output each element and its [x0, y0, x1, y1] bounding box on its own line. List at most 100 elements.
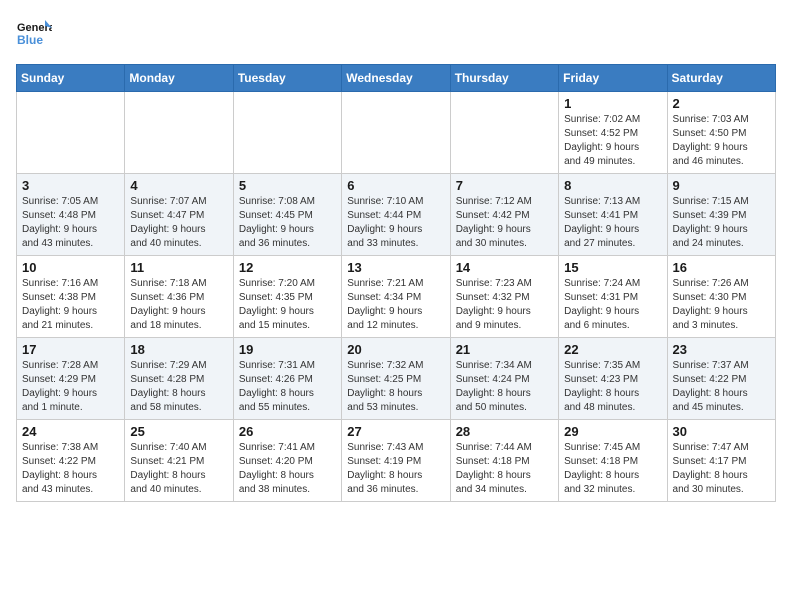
calendar-cell: 27 Sunrise: 7:43 AM Sunset: 4:19 PM Dayli… [342, 420, 450, 502]
calendar-cell [125, 92, 233, 174]
calendar-cell: 7 Sunrise: 7:12 AM Sunset: 4:42 PM Daylig… [450, 174, 558, 256]
calendar-cell [342, 92, 450, 174]
calendar-cell: 18 Sunrise: 7:29 AM Sunset: 4:28 PM Dayli… [125, 338, 233, 420]
day-number: 29 [564, 424, 661, 439]
day-info: Sunrise: 7:24 AM Sunset: 4:31 PM Dayligh… [564, 277, 661, 333]
day-number: 13 [347, 260, 444, 275]
col-header-thursday: Thursday [450, 65, 558, 92]
day-info: Sunrise: 7:15 AM Sunset: 4:39 PM Dayligh… [673, 195, 770, 251]
calendar-cell: 30 Sunrise: 7:47 AM Sunset: 4:17 PM Dayli… [667, 420, 775, 502]
day-number: 5 [239, 178, 336, 193]
calendar-cell: 12 Sunrise: 7:20 AM Sunset: 4:35 PM Dayli… [233, 256, 341, 338]
calendar-cell [17, 92, 125, 174]
day-number: 28 [456, 424, 553, 439]
calendar-cell: 25 Sunrise: 7:40 AM Sunset: 4:21 PM Dayli… [125, 420, 233, 502]
day-info: Sunrise: 7:32 AM Sunset: 4:25 PM Dayligh… [347, 359, 444, 415]
calendar-cell: 24 Sunrise: 7:38 AM Sunset: 4:22 PM Dayli… [17, 420, 125, 502]
day-info: Sunrise: 7:26 AM Sunset: 4:30 PM Dayligh… [673, 277, 770, 333]
day-number: 11 [130, 260, 227, 275]
calendar-cell: 19 Sunrise: 7:31 AM Sunset: 4:26 PM Dayli… [233, 338, 341, 420]
calendar-cell: 23 Sunrise: 7:37 AM Sunset: 4:22 PM Dayli… [667, 338, 775, 420]
day-info: Sunrise: 7:47 AM Sunset: 4:17 PM Dayligh… [673, 441, 770, 497]
col-header-saturday: Saturday [667, 65, 775, 92]
day-info: Sunrise: 7:23 AM Sunset: 4:32 PM Dayligh… [456, 277, 553, 333]
svg-text:Blue: Blue [17, 33, 43, 47]
calendar-table: SundayMondayTuesdayWednesdayThursdayFrid… [16, 64, 776, 502]
calendar-cell: 26 Sunrise: 7:41 AM Sunset: 4:20 PM Dayli… [233, 420, 341, 502]
day-info: Sunrise: 7:18 AM Sunset: 4:36 PM Dayligh… [130, 277, 227, 333]
calendar-cell: 28 Sunrise: 7:44 AM Sunset: 4:18 PM Dayli… [450, 420, 558, 502]
calendar-cell: 8 Sunrise: 7:13 AM Sunset: 4:41 PM Daylig… [559, 174, 667, 256]
day-info: Sunrise: 7:43 AM Sunset: 4:19 PM Dayligh… [347, 441, 444, 497]
day-info: Sunrise: 7:41 AM Sunset: 4:20 PM Dayligh… [239, 441, 336, 497]
day-info: Sunrise: 7:37 AM Sunset: 4:22 PM Dayligh… [673, 359, 770, 415]
calendar-cell: 4 Sunrise: 7:07 AM Sunset: 4:47 PM Daylig… [125, 174, 233, 256]
day-number: 25 [130, 424, 227, 439]
day-number: 8 [564, 178, 661, 193]
day-info: Sunrise: 7:28 AM Sunset: 4:29 PM Dayligh… [22, 359, 119, 415]
calendar-cell: 2Sunrise: 7:03 AM Sunset: 4:50 PM Daylig… [667, 92, 775, 174]
day-number: 24 [22, 424, 119, 439]
calendar-cell: 1 Sunrise: 7:02 AM Sunset: 4:52 PM Daylig… [559, 92, 667, 174]
day-info: Sunrise: 7:40 AM Sunset: 4:21 PM Dayligh… [130, 441, 227, 497]
day-number: 26 [239, 424, 336, 439]
day-info: Sunrise: 7:31 AM Sunset: 4:26 PM Dayligh… [239, 359, 336, 415]
day-number: 9 [673, 178, 770, 193]
calendar-cell: 21 Sunrise: 7:34 AM Sunset: 4:24 PM Dayli… [450, 338, 558, 420]
day-info: Sunrise: 7:05 AM Sunset: 4:48 PM Dayligh… [22, 195, 119, 251]
day-number: 10 [22, 260, 119, 275]
day-number: 16 [673, 260, 770, 275]
col-header-monday: Monday [125, 65, 233, 92]
calendar-cell: 15 Sunrise: 7:24 AM Sunset: 4:31 PM Dayli… [559, 256, 667, 338]
day-number: 14 [456, 260, 553, 275]
calendar-cell: 13 Sunrise: 7:21 AM Sunset: 4:34 PM Dayli… [342, 256, 450, 338]
calendar-cell: 17Sunrise: 7:28 AM Sunset: 4:29 PM Dayli… [17, 338, 125, 420]
day-number: 18 [130, 342, 227, 357]
day-info: Sunrise: 7:13 AM Sunset: 4:41 PM Dayligh… [564, 195, 661, 251]
calendar-cell: 16 Sunrise: 7:26 AM Sunset: 4:30 PM Dayli… [667, 256, 775, 338]
col-header-sunday: Sunday [17, 65, 125, 92]
calendar-cell: 14 Sunrise: 7:23 AM Sunset: 4:32 PM Dayli… [450, 256, 558, 338]
calendar-cell [450, 92, 558, 174]
day-number: 1 [564, 96, 661, 111]
day-info: Sunrise: 7:02 AM Sunset: 4:52 PM Dayligh… [564, 113, 661, 169]
day-info: Sunrise: 7:21 AM Sunset: 4:34 PM Dayligh… [347, 277, 444, 333]
calendar-cell: 6Sunrise: 7:10 AM Sunset: 4:44 PM Daylig… [342, 174, 450, 256]
day-number: 21 [456, 342, 553, 357]
col-header-friday: Friday [559, 65, 667, 92]
day-number: 15 [564, 260, 661, 275]
day-number: 30 [673, 424, 770, 439]
calendar-cell: 10 Sunrise: 7:16 AM Sunset: 4:38 PM Dayli… [17, 256, 125, 338]
day-info: Sunrise: 7:38 AM Sunset: 4:22 PM Dayligh… [22, 441, 119, 497]
day-info: Sunrise: 7:34 AM Sunset: 4:24 PM Dayligh… [456, 359, 553, 415]
calendar-cell: 3 Sunrise: 7:05 AM Sunset: 4:48 PM Daylig… [17, 174, 125, 256]
day-number: 6 [347, 178, 444, 193]
day-number: 20 [347, 342, 444, 357]
day-info: Sunrise: 7:29 AM Sunset: 4:28 PM Dayligh… [130, 359, 227, 415]
day-number: 23 [673, 342, 770, 357]
day-number: 12 [239, 260, 336, 275]
day-info: Sunrise: 7:20 AM Sunset: 4:35 PM Dayligh… [239, 277, 336, 333]
day-number: 19 [239, 342, 336, 357]
day-info: Sunrise: 7:35 AM Sunset: 4:23 PM Dayligh… [564, 359, 661, 415]
calendar-cell: 11 Sunrise: 7:18 AM Sunset: 4:36 PM Dayli… [125, 256, 233, 338]
calendar-cell [233, 92, 341, 174]
day-info: Sunrise: 7:03 AM Sunset: 4:50 PM Dayligh… [673, 113, 770, 169]
day-number: 3 [22, 178, 119, 193]
calendar-cell: 29Sunrise: 7:45 AM Sunset: 4:18 PM Dayli… [559, 420, 667, 502]
day-info: Sunrise: 7:16 AM Sunset: 4:38 PM Dayligh… [22, 277, 119, 333]
calendar-cell: 9 Sunrise: 7:15 AM Sunset: 4:39 PM Daylig… [667, 174, 775, 256]
day-number: 7 [456, 178, 553, 193]
calendar-cell: 20 Sunrise: 7:32 AM Sunset: 4:25 PM Dayli… [342, 338, 450, 420]
logo-svg: General Blue [16, 16, 52, 52]
col-header-wednesday: Wednesday [342, 65, 450, 92]
day-info: Sunrise: 7:44 AM Sunset: 4:18 PM Dayligh… [456, 441, 553, 497]
day-number: 4 [130, 178, 227, 193]
calendar-cell: 22Sunrise: 7:35 AM Sunset: 4:23 PM Dayli… [559, 338, 667, 420]
day-number: 27 [347, 424, 444, 439]
day-info: Sunrise: 7:07 AM Sunset: 4:47 PM Dayligh… [130, 195, 227, 251]
day-info: Sunrise: 7:12 AM Sunset: 4:42 PM Dayligh… [456, 195, 553, 251]
page-header: General Blue [16, 16, 776, 52]
logo: General Blue [16, 16, 52, 52]
col-header-tuesday: Tuesday [233, 65, 341, 92]
